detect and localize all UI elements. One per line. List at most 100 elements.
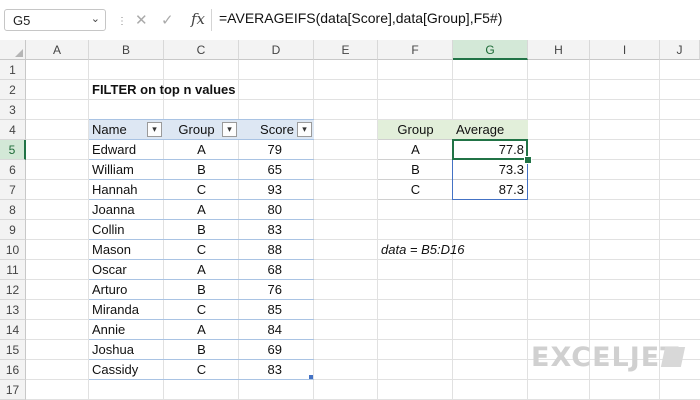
filter-dropdown-icon[interactable]: ▾	[147, 122, 162, 137]
table-cell[interactable]: Cassidy	[89, 360, 164, 380]
row-header-15[interactable]: 15	[0, 340, 26, 360]
column-header-d[interactable]: D	[239, 40, 314, 60]
gridline-vertical	[452, 60, 453, 400]
logo-mark-icon	[660, 347, 686, 367]
sheet-title: FILTER on top n values	[92, 82, 236, 97]
named-range-note: data = B5:D16	[381, 242, 465, 257]
table-cell[interactable]: C	[164, 300, 239, 320]
drag-handle-icon[interactable]: ⋮	[117, 16, 128, 27]
table-cell[interactable]: B	[164, 340, 239, 360]
table-cell[interactable]: A	[164, 320, 239, 340]
name-box[interactable]: G5 ⌄	[4, 9, 106, 31]
row-header-6[interactable]: 6	[0, 160, 26, 180]
table-cell[interactable]: Arturo	[89, 280, 164, 300]
logo-text: EXCELJET	[531, 342, 680, 373]
table-cell[interactable]: Hannah	[89, 180, 164, 200]
row-header-7[interactable]: 7	[0, 180, 26, 200]
row-header-3[interactable]: 3	[0, 100, 26, 120]
table-cell[interactable]: 80	[239, 200, 314, 220]
column-header-f[interactable]: F	[378, 40, 453, 60]
table-cell[interactable]: 79	[239, 140, 314, 160]
table-row-border	[89, 339, 314, 340]
gridline-vertical	[527, 60, 528, 400]
cancel-icon[interactable]: ✕	[135, 11, 148, 29]
table-cell[interactable]: B	[164, 280, 239, 300]
function-icon[interactable]: fx	[191, 10, 205, 28]
table-cell[interactable]: Edward	[89, 140, 164, 160]
summary-group-cell[interactable]: C	[378, 180, 453, 200]
chevron-down-icon[interactable]: ⌄	[91, 12, 100, 25]
row-header-11[interactable]: 11	[0, 260, 26, 280]
fill-handle[interactable]	[524, 156, 532, 164]
formula-bar-buttons: ✕ ✓ fx	[131, 9, 211, 31]
table-row-border	[89, 239, 314, 240]
table-resize-handle[interactable]	[309, 375, 313, 379]
table-cell[interactable]: Collin	[89, 220, 164, 240]
table-cell[interactable]: 83	[239, 360, 314, 380]
select-all-corner[interactable]	[0, 40, 26, 60]
summary-header-group: Group	[397, 122, 434, 137]
row-header-13[interactable]: 13	[0, 300, 26, 320]
summary-group-cell[interactable]: B	[378, 160, 453, 180]
table-cell[interactable]: 85	[239, 300, 314, 320]
column-header-h[interactable]: H	[528, 40, 590, 60]
row-header-10[interactable]: 10	[0, 240, 26, 260]
column-header-i[interactable]: I	[590, 40, 660, 60]
gridline-vertical	[377, 60, 378, 400]
table-cell[interactable]: 88	[239, 240, 314, 260]
table-cell[interactable]: Annie	[89, 320, 164, 340]
row-header-1[interactable]: 1	[0, 60, 26, 80]
row-header-14[interactable]: 14	[0, 320, 26, 340]
table-cell[interactable]: C	[164, 180, 239, 200]
table-row-border	[89, 299, 314, 300]
table-row-border	[89, 139, 314, 140]
table-cell[interactable]: B	[164, 220, 239, 240]
table-cell[interactable]: A	[164, 200, 239, 220]
table-cell[interactable]: A	[164, 260, 239, 280]
table-row-border	[89, 179, 314, 180]
column-header-c[interactable]: C	[164, 40, 239, 60]
row-header-16[interactable]: 16	[0, 360, 26, 380]
active-cell-outline[interactable]	[452, 139, 528, 160]
check-icon[interactable]: ✓	[161, 11, 174, 29]
table-cell[interactable]: Joshua	[89, 340, 164, 360]
table-cell[interactable]: Joanna	[89, 200, 164, 220]
table-cell[interactable]: 83	[239, 220, 314, 240]
formula-input[interactable]: =AVERAGEIFS(data[Score],data[Group],F5#)	[219, 10, 502, 26]
filter-dropdown-icon[interactable]: ▾	[297, 122, 312, 137]
table-row-border	[89, 359, 314, 360]
table-row-border	[89, 319, 314, 320]
table-cell[interactable]: 76	[239, 280, 314, 300]
column-header-j[interactable]: J	[660, 40, 700, 60]
row-header-2[interactable]: 2	[0, 80, 26, 100]
table-cell[interactable]: 84	[239, 320, 314, 340]
table-cell[interactable]: 69	[239, 340, 314, 360]
table-cell[interactable]: Miranda	[89, 300, 164, 320]
table-row-border	[89, 159, 314, 160]
column-header-e[interactable]: E	[314, 40, 378, 60]
table-cell[interactable]: C	[164, 360, 239, 380]
table-cell[interactable]: Mason	[89, 240, 164, 260]
row-header-8[interactable]: 8	[0, 200, 26, 220]
row-header-4[interactable]: 4	[0, 120, 26, 140]
table-cell[interactable]: 65	[239, 160, 314, 180]
table-cell[interactable]: C	[164, 240, 239, 260]
column-header-a[interactable]: A	[26, 40, 89, 60]
row-header-12[interactable]: 12	[0, 280, 26, 300]
formula-divider	[211, 9, 212, 31]
exceljet-logo: EXCELJET	[531, 340, 691, 380]
table-cell[interactable]: A	[164, 140, 239, 160]
table-cell[interactable]: B	[164, 160, 239, 180]
column-header-g[interactable]: G	[453, 40, 528, 60]
table-cell[interactable]: Oscar	[89, 260, 164, 280]
table-cell[interactable]: William	[89, 160, 164, 180]
row-header-17[interactable]: 17	[0, 380, 26, 400]
table-cell[interactable]: 93	[239, 180, 314, 200]
summary-group-cell[interactable]: A	[378, 140, 453, 160]
row-header-9[interactable]: 9	[0, 220, 26, 240]
row-header-5[interactable]: 5	[0, 140, 26, 160]
column-header-b[interactable]: B	[89, 40, 164, 60]
filter-dropdown-icon[interactable]: ▾	[222, 122, 237, 137]
table-cell[interactable]: 68	[239, 260, 314, 280]
table-top-border	[89, 119, 314, 120]
